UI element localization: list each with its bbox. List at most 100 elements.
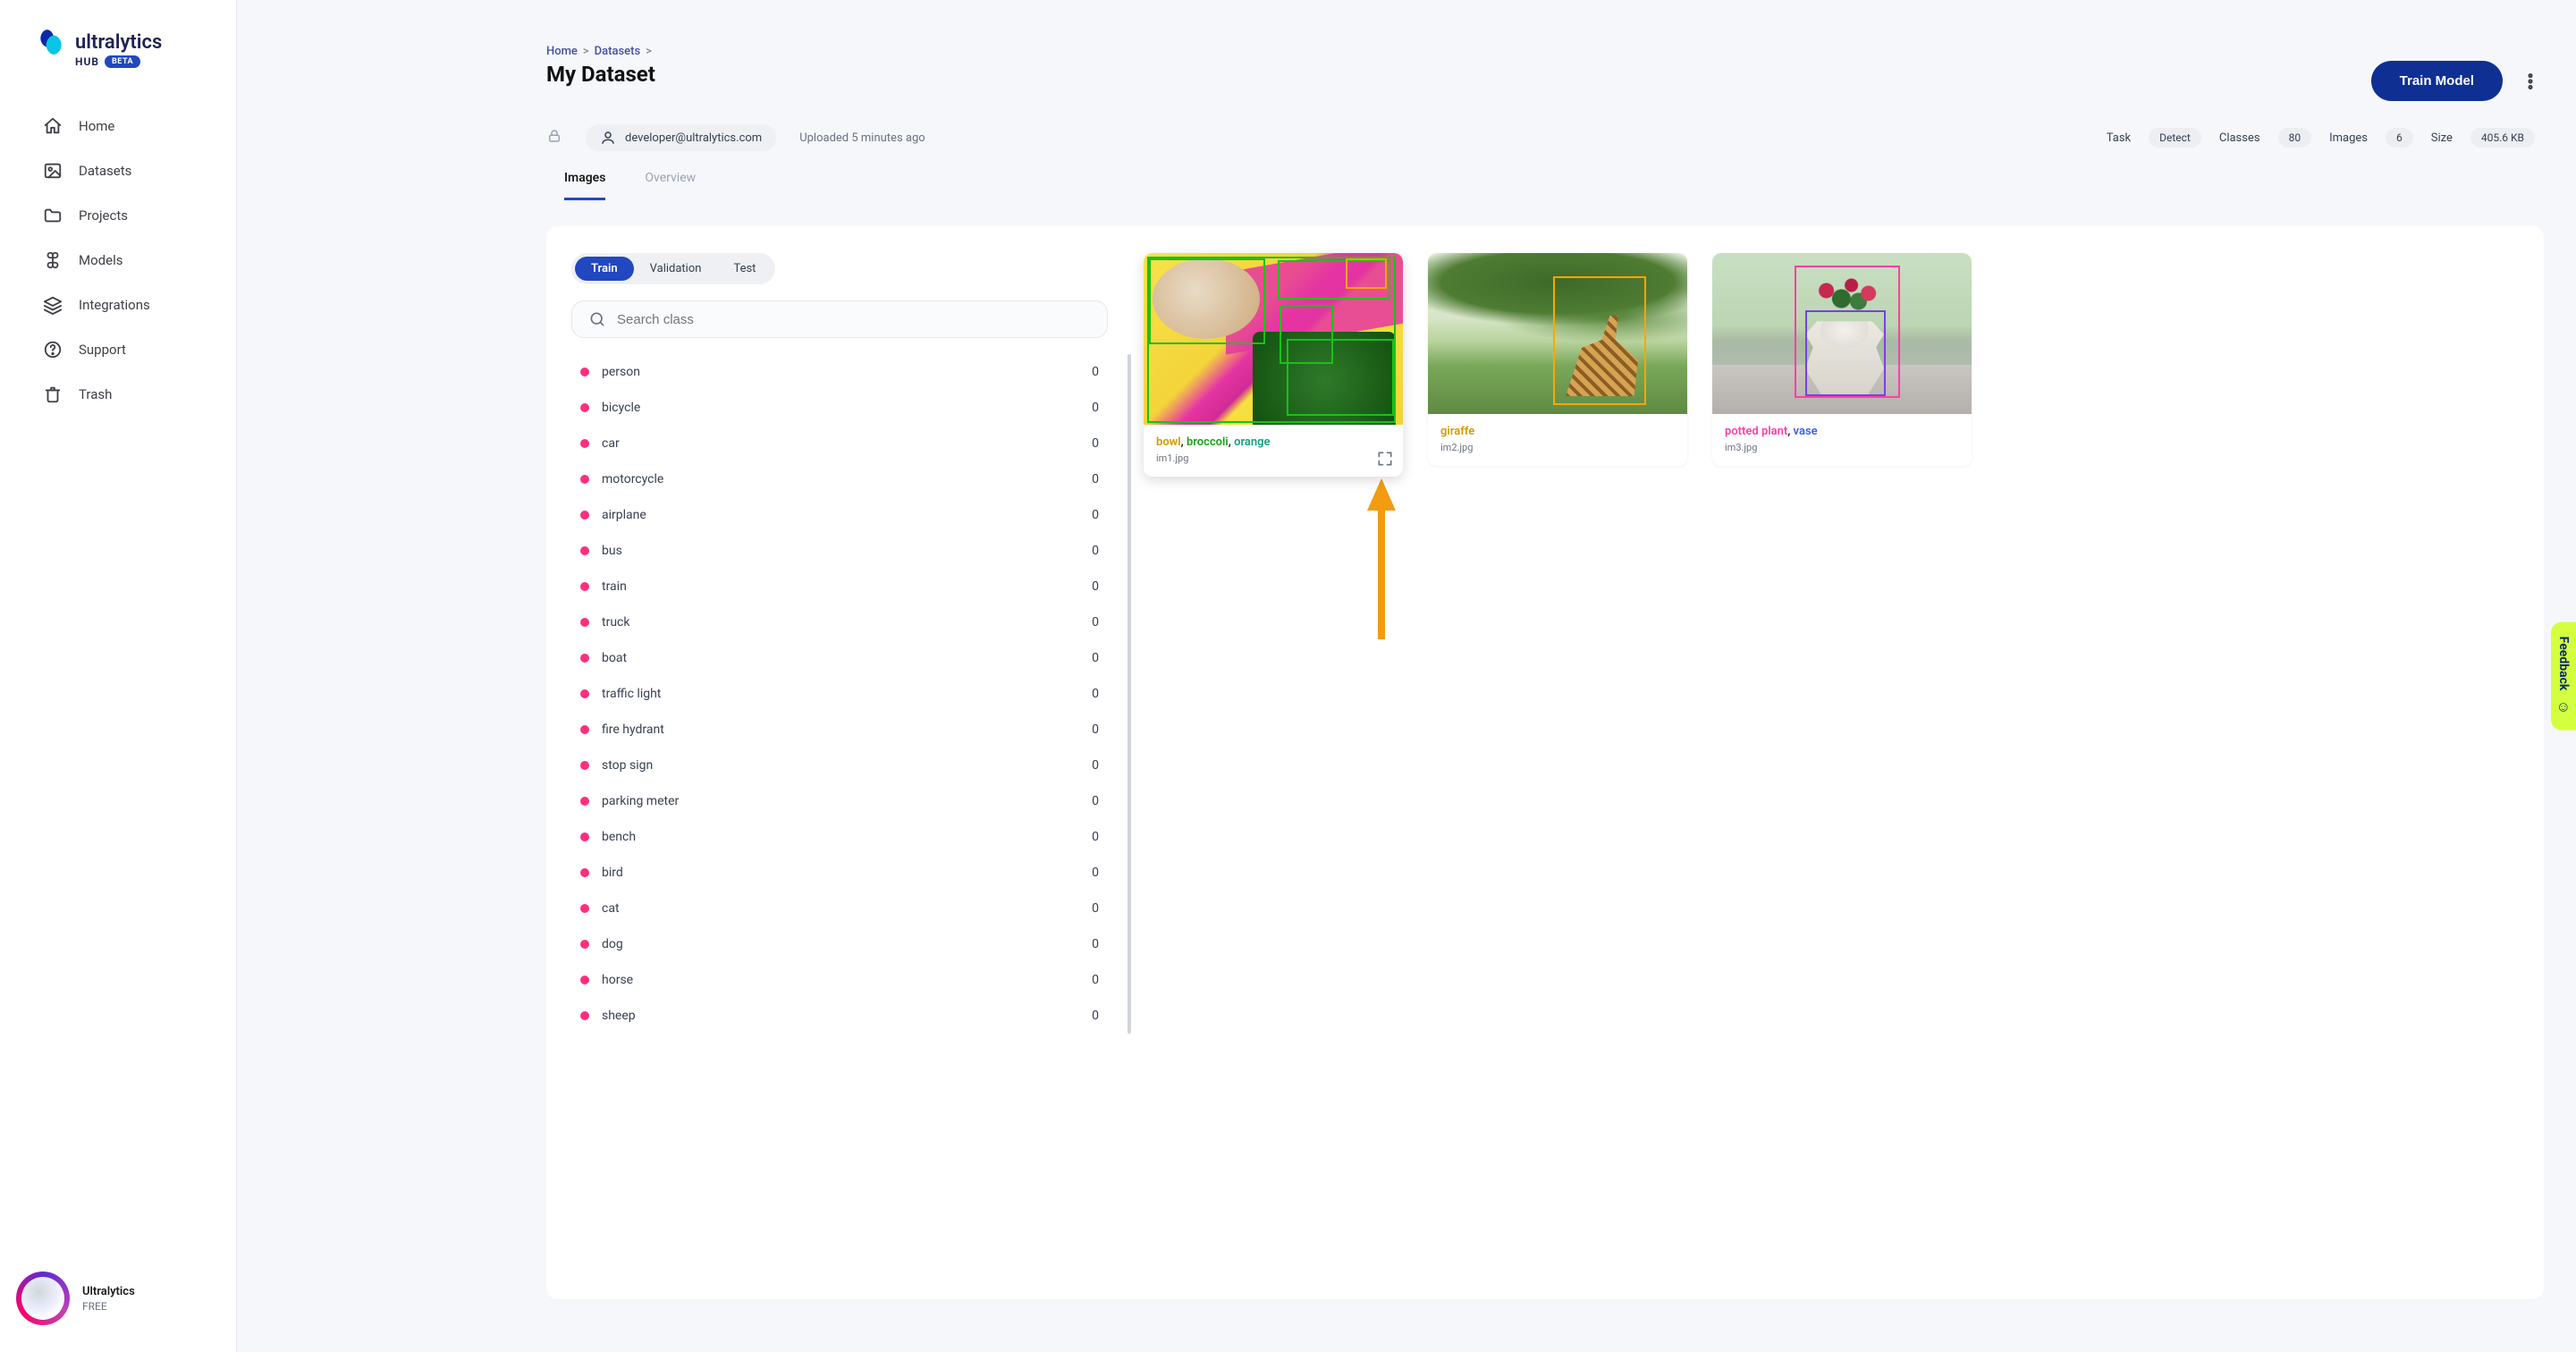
class-name: bus: [602, 544, 622, 558]
class-name: bird: [602, 866, 623, 880]
image-thumbnail: [1144, 253, 1403, 425]
class-row[interactable]: person0: [571, 354, 1126, 390]
class-row[interactable]: airplane 0: [571, 497, 1126, 533]
sidebar-item-label: Integrations: [79, 297, 150, 313]
image-tags: bowl, broccoli, orange: [1156, 435, 1390, 449]
class-dot-icon: [580, 546, 589, 555]
class-name: truck: [602, 615, 629, 630]
owner-chip[interactable]: developer@ultralytics.com: [586, 124, 776, 151]
user-icon: [600, 130, 616, 146]
class-dot-icon: [580, 511, 589, 520]
image-card[interactable]: potted plant, vase im3.jpg: [1712, 253, 1972, 466]
image-grid: bowl, broccoli, orange im1.jpg giraffeim2.…: [1144, 253, 1972, 1272]
class-dot-icon: [580, 618, 589, 627]
class-dot-icon: [580, 368, 589, 376]
class-count: 0: [1092, 472, 1099, 486]
image-tags: potted plant, vase: [1725, 425, 1959, 438]
brand-hub: HUB: [75, 55, 99, 68]
owner-email: developer@ultralytics.com: [625, 131, 762, 145]
feedback-button[interactable]: Feedback ☺: [2551, 622, 2576, 731]
class-row[interactable]: horse0: [571, 962, 1126, 998]
image-thumbnail: [1712, 253, 1972, 414]
class-search[interactable]: [571, 300, 1108, 338]
sidebar-item-integrations[interactable]: Integrations: [0, 283, 236, 327]
image-tag: potted plant: [1725, 425, 1787, 438]
class-row[interactable]: traffic light 0: [571, 676, 1126, 712]
class-row[interactable]: motorcycle 0: [571, 461, 1126, 497]
class-row[interactable]: truck0: [571, 604, 1126, 640]
image-thumbnail: [1428, 253, 1687, 414]
class-row[interactable]: boat0: [571, 640, 1126, 676]
class-row[interactable]: bicycle0: [571, 390, 1126, 426]
help-icon: [43, 340, 63, 359]
train-model-button[interactable]: Train Model: [2371, 61, 2503, 101]
main-content: Home>Datasets> My Dataset Train Model: [237, 0, 2576, 1352]
home-icon: [43, 116, 63, 136]
more-actions-button[interactable]: [2517, 68, 2544, 95]
split-test[interactable]: Test: [717, 257, 772, 281]
class-row[interactable]: train0: [571, 569, 1126, 604]
expand-icon[interactable]: [1376, 450, 1394, 468]
class-row[interactable]: bird0: [571, 855, 1126, 891]
sidebar-item-home[interactable]: Home: [0, 104, 236, 148]
class-count: 0: [1092, 1009, 1099, 1023]
class-count: 0: [1092, 436, 1099, 451]
class-name: airplane: [602, 508, 646, 522]
class-dot-icon: [580, 439, 589, 448]
class-row[interactable]: bus0: [571, 533, 1126, 569]
image-card[interactable]: bowl, broccoli, orange im1.jpg: [1144, 253, 1403, 477]
brand-logo[interactable]: ultralytics HUB BETA: [0, 27, 236, 104]
class-dot-icon: [580, 1011, 589, 1020]
class-row[interactable]: sheep0: [571, 998, 1126, 1034]
account-name: Ultralytics: [82, 1285, 135, 1298]
class-row[interactable]: cat0: [571, 891, 1126, 926]
image-filename: im3.jpg: [1725, 442, 1959, 453]
class-row[interactable]: fire hydrant0: [571, 712, 1126, 748]
lock-icon: [546, 128, 562, 148]
class-search-input[interactable]: [617, 312, 1091, 327]
class-dot-icon: [580, 582, 589, 591]
class-count: 0: [1092, 508, 1099, 522]
sidebar-item-label: Home: [79, 118, 114, 134]
class-name: fire hydrant: [602, 722, 664, 737]
sidebar-item-trash[interactable]: Trash: [0, 372, 236, 417]
meta-value: 405.6 KB: [2470, 128, 2535, 148]
tab-overview[interactable]: Overview: [645, 171, 696, 200]
class-list[interactable]: person0bicycle0car0motorcycle0airplane0b…: [571, 354, 1126, 1034]
split-validation[interactable]: Validation: [634, 257, 718, 281]
sidebar-account[interactable]: Ultralytics FREE: [0, 1263, 236, 1334]
search-icon: [588, 310, 606, 328]
breadcrumb-link[interactable]: Datasets: [595, 45, 641, 58]
image-tag: giraffe: [1440, 425, 1474, 438]
class-row[interactable]: parking meter0: [571, 783, 1126, 819]
breadcrumb-link[interactable]: Home: [546, 45, 578, 58]
layers-icon: [43, 295, 63, 315]
class-count: 0: [1092, 830, 1099, 844]
class-row[interactable]: bench0: [571, 819, 1126, 855]
tab-images[interactable]: Images: [564, 171, 605, 200]
class-name: train: [602, 579, 627, 594]
sidebar-item-projects[interactable]: Projects: [0, 193, 236, 238]
class-row[interactable]: car 0: [571, 426, 1126, 461]
class-count: 0: [1092, 687, 1099, 701]
sidebar-item-models[interactable]: Models: [0, 238, 236, 283]
image-filename: im1.jpg: [1156, 452, 1390, 464]
meta-value: Detect: [2149, 128, 2201, 148]
sidebar-item-label: Models: [79, 252, 122, 268]
sidebar: ultralytics HUB BETA Home DatasetsProject…: [0, 0, 237, 1352]
class-row[interactable]: dog0: [571, 926, 1126, 962]
breadcrumb-sep: >: [646, 45, 652, 58]
split-train[interactable]: Train: [575, 257, 634, 281]
class-name: cat: [602, 901, 620, 916]
page-title: My Dataset: [546, 62, 655, 87]
class-dot-icon: [580, 654, 589, 663]
command-icon: [43, 250, 63, 270]
class-row[interactable]: stop sign0: [571, 748, 1126, 783]
class-name: car: [602, 436, 620, 451]
sidebar-item-support[interactable]: Support: [0, 327, 236, 372]
image-card[interactable]: giraffeim2.jpg: [1428, 253, 1687, 466]
class-count: 0: [1092, 973, 1099, 987]
sidebar-item-datasets[interactable]: Datasets: [0, 148, 236, 193]
class-name: traffic light: [602, 687, 661, 701]
class-name: motorcycle: [602, 472, 663, 486]
